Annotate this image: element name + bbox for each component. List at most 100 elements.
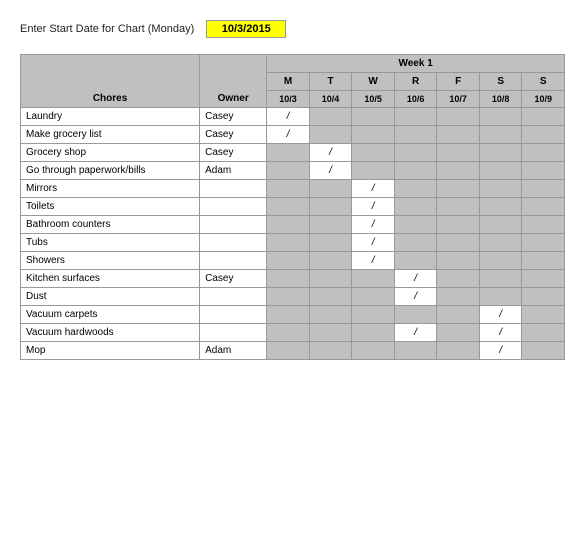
day-cell[interactable]: / — [267, 108, 310, 126]
day-cell[interactable] — [352, 288, 395, 306]
day-cell[interactable] — [267, 216, 310, 234]
day-cell[interactable] — [267, 324, 310, 342]
day-cell[interactable]: / — [352, 252, 395, 270]
day-cell[interactable] — [394, 216, 437, 234]
day-cell[interactable] — [309, 324, 352, 342]
day-cell[interactable] — [522, 288, 565, 306]
day-cell[interactable] — [522, 126, 565, 144]
day-cell[interactable] — [479, 126, 522, 144]
chore-cell: Bathroom counters — [21, 216, 200, 234]
day-cell[interactable] — [394, 252, 437, 270]
day-cell[interactable] — [352, 342, 395, 360]
day-cell[interactable] — [479, 198, 522, 216]
day-cell[interactable] — [309, 126, 352, 144]
day-cell[interactable] — [437, 288, 480, 306]
day-cell[interactable] — [394, 306, 437, 324]
day-cell[interactable] — [394, 234, 437, 252]
day-cell[interactable]: / — [352, 234, 395, 252]
day-cell[interactable] — [479, 108, 522, 126]
day-cell[interactable]: / — [352, 180, 395, 198]
start-date-display[interactable]: 10/3/2015 — [206, 20, 286, 38]
day-cell[interactable] — [479, 288, 522, 306]
day-cell[interactable] — [522, 198, 565, 216]
day-cell[interactable] — [522, 216, 565, 234]
day-cell[interactable] — [479, 234, 522, 252]
day-cell[interactable] — [267, 342, 310, 360]
day-cell[interactable] — [352, 162, 395, 180]
day-cell[interactable] — [437, 198, 480, 216]
day-cell[interactable] — [309, 216, 352, 234]
day-cell[interactable] — [267, 270, 310, 288]
day-cell[interactable] — [309, 234, 352, 252]
day-cell[interactable] — [522, 108, 565, 126]
day-cell[interactable] — [309, 288, 352, 306]
day-cell[interactable] — [267, 306, 310, 324]
day-cell[interactable]: / — [309, 162, 352, 180]
day-cell[interactable] — [522, 162, 565, 180]
day-cell[interactable]: / — [394, 324, 437, 342]
day-cell[interactable] — [394, 180, 437, 198]
day-cell[interactable] — [437, 342, 480, 360]
day-cell[interactable] — [352, 306, 395, 324]
day-cell[interactable]: / — [352, 198, 395, 216]
day-cell[interactable] — [522, 306, 565, 324]
day-cell[interactable] — [437, 270, 480, 288]
day-cell[interactable]: / — [479, 324, 522, 342]
day-cell[interactable] — [522, 324, 565, 342]
day-cell[interactable] — [309, 270, 352, 288]
day-cell[interactable] — [437, 252, 480, 270]
day-cell[interactable] — [309, 252, 352, 270]
day-cell[interactable] — [267, 180, 310, 198]
day-cell[interactable] — [437, 180, 480, 198]
day-cell[interactable]: / — [479, 342, 522, 360]
day-cell[interactable] — [437, 324, 480, 342]
day-cell[interactable] — [267, 162, 310, 180]
day-cell[interactable] — [522, 144, 565, 162]
day-cell[interactable] — [267, 252, 310, 270]
day-cell[interactable] — [437, 108, 480, 126]
day-cell[interactable]: / — [309, 144, 352, 162]
day-cell[interactable]: / — [479, 306, 522, 324]
day-cell[interactable]: / — [394, 270, 437, 288]
day-cell[interactable] — [309, 342, 352, 360]
day-cell[interactable] — [522, 252, 565, 270]
day-cell[interactable] — [394, 126, 437, 144]
day-cell[interactable] — [352, 108, 395, 126]
day-cell[interactable] — [522, 234, 565, 252]
day-cell[interactable] — [267, 198, 310, 216]
day-cell[interactable] — [479, 270, 522, 288]
day-cell[interactable]: / — [394, 288, 437, 306]
day-cell[interactable] — [352, 144, 395, 162]
day-cell[interactable] — [437, 234, 480, 252]
day-cell[interactable] — [267, 234, 310, 252]
day-cell[interactable] — [479, 216, 522, 234]
day-cell[interactable] — [479, 144, 522, 162]
day-cell[interactable] — [352, 126, 395, 144]
day-cell[interactable] — [522, 270, 565, 288]
day-cell[interactable] — [522, 180, 565, 198]
day-cell[interactable] — [437, 306, 480, 324]
day-cell[interactable]: / — [352, 216, 395, 234]
day-cell[interactable] — [479, 180, 522, 198]
day-cell[interactable] — [394, 342, 437, 360]
day-cell[interactable] — [267, 144, 310, 162]
day-cell[interactable]: / — [267, 126, 310, 144]
day-cell[interactable] — [309, 198, 352, 216]
day-cell[interactable] — [522, 342, 565, 360]
day-cell[interactable] — [309, 306, 352, 324]
day-cell[interactable] — [437, 144, 480, 162]
day-cell[interactable] — [394, 144, 437, 162]
day-cell[interactable] — [394, 198, 437, 216]
day-cell[interactable] — [267, 288, 310, 306]
day-cell[interactable] — [479, 162, 522, 180]
day-cell[interactable] — [394, 162, 437, 180]
day-cell[interactable] — [437, 216, 480, 234]
day-cell[interactable] — [352, 270, 395, 288]
day-cell[interactable] — [394, 108, 437, 126]
day-cell[interactable] — [437, 162, 480, 180]
day-cell[interactable] — [309, 180, 352, 198]
day-cell[interactable] — [437, 126, 480, 144]
day-cell[interactable] — [309, 108, 352, 126]
day-cell[interactable] — [479, 252, 522, 270]
day-cell[interactable] — [352, 324, 395, 342]
